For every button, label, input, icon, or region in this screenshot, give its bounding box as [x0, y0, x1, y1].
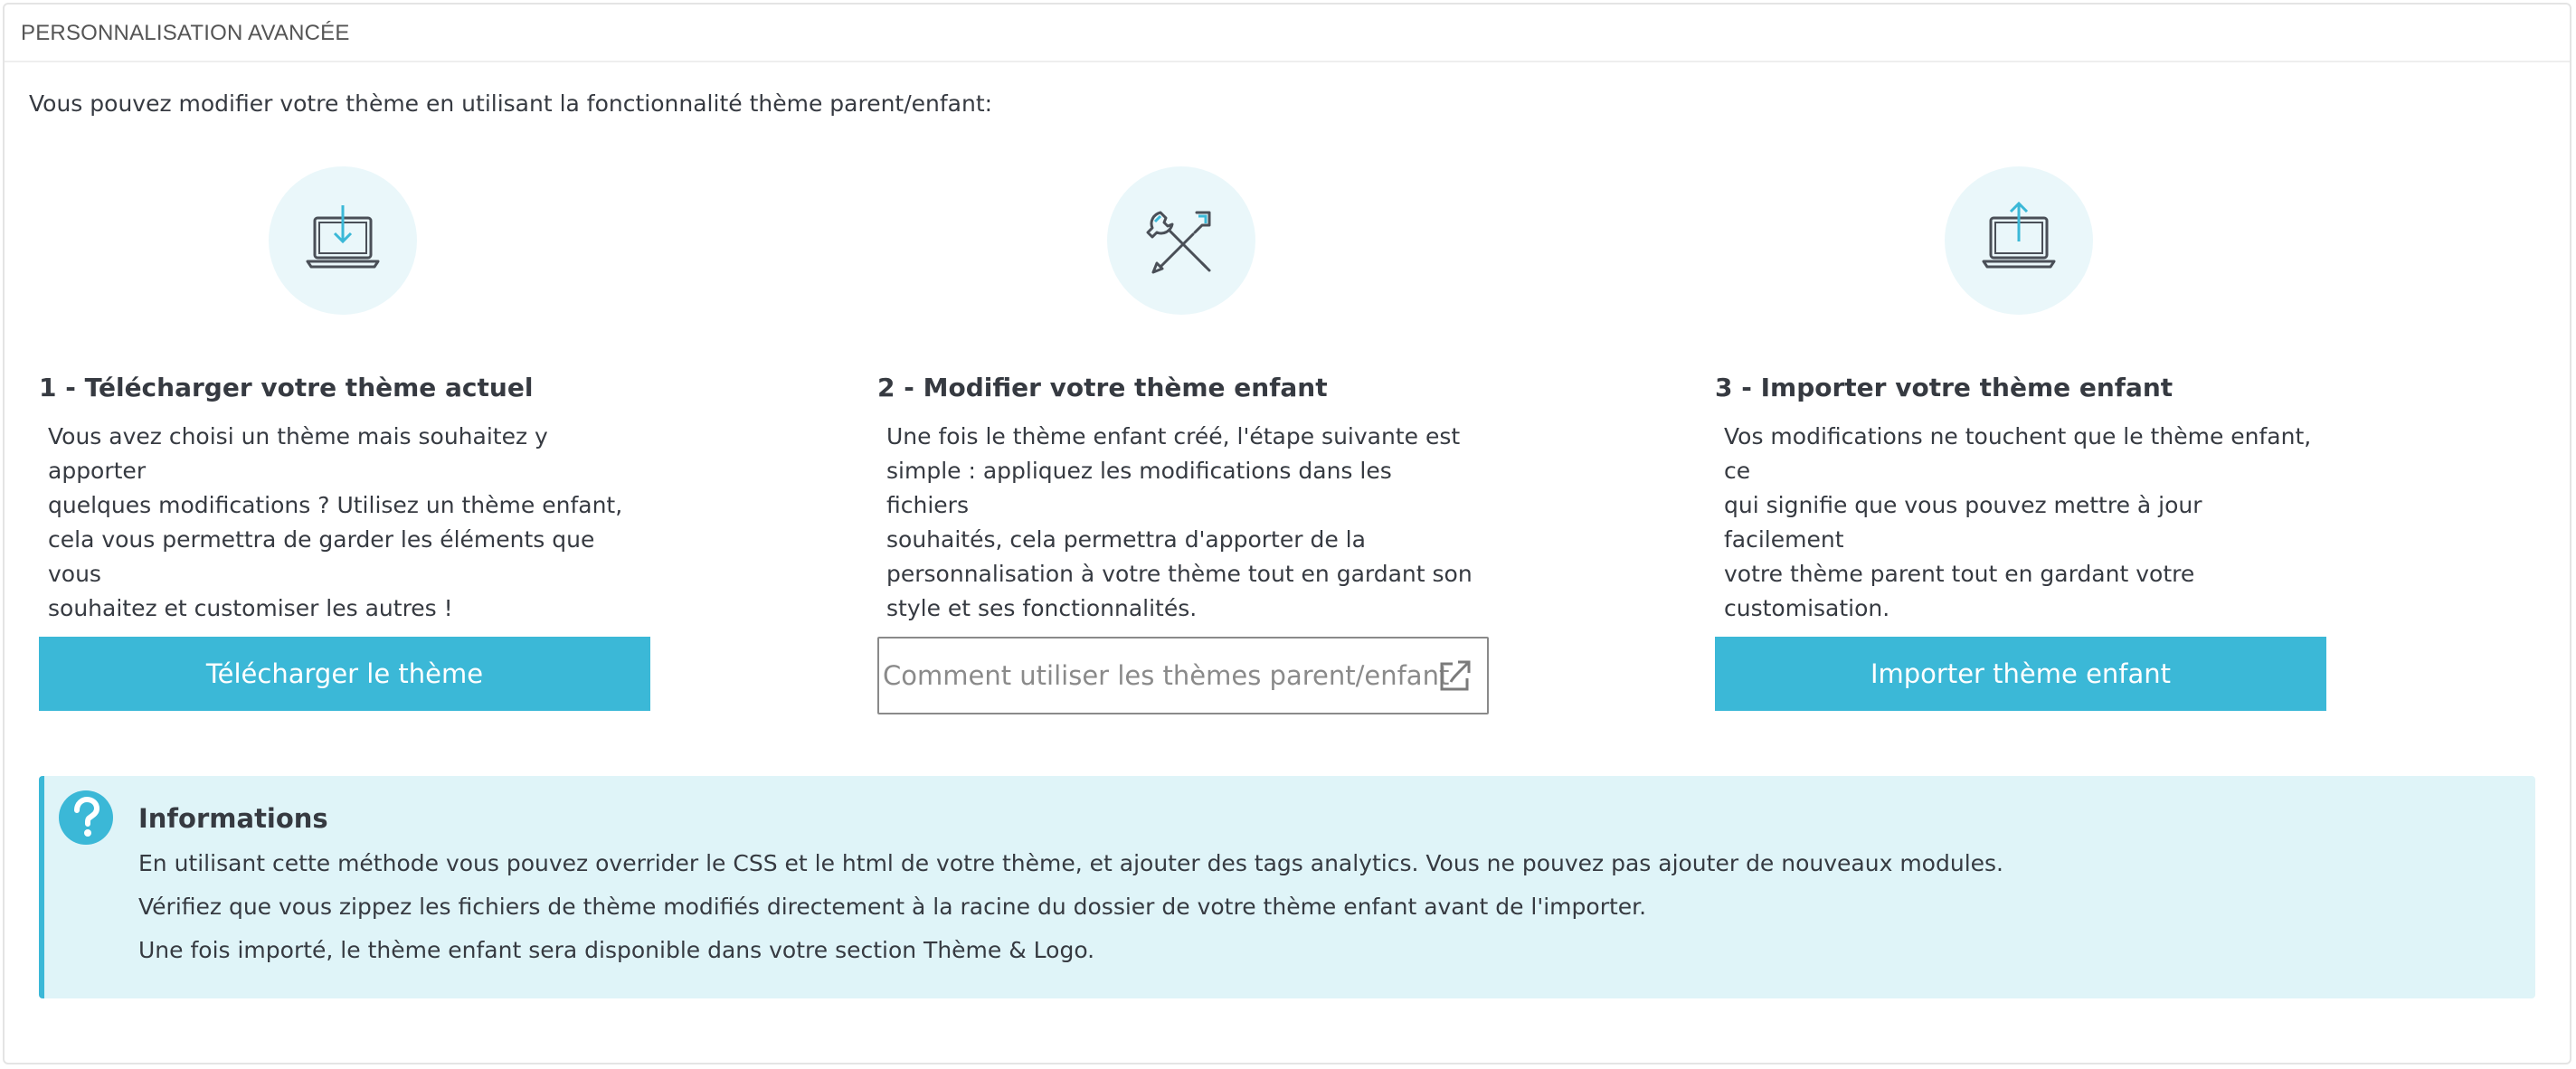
- step-description-line: quelques modifications ? Utilisez un thè…: [48, 492, 623, 518]
- step-description-line: souhaités, cela permettra d'apporter de …: [886, 526, 1366, 553]
- import-child-theme-button[interactable]: Importer thème enfant: [1715, 637, 2326, 711]
- step-title: 3 - Importer votre thème enfant: [1715, 373, 2174, 402]
- step-icon-circle: [1945, 166, 2093, 315]
- laptop-upload-icon: [1982, 201, 2056, 269]
- info-line: Une fois importé, le thème enfant sera d…: [138, 937, 1095, 963]
- help-link-label: Comment utiliser les thèmes parent/enfan…: [883, 660, 1450, 691]
- step-description-line: Vos modifications ne touchent que le thè…: [1724, 423, 2312, 484]
- step-title: 1 - Télécharger votre thème actuel: [39, 373, 534, 402]
- step-description-line: qui signifie que vous pouvez mettre à jo…: [1724, 492, 2202, 553]
- download-theme-button[interactable]: Télécharger le thème: [39, 637, 650, 711]
- step-icon-circle: [269, 166, 417, 315]
- tools-icon: [1146, 211, 1211, 274]
- step-description: Une fois le thème enfant créé, l'étape s…: [886, 420, 1474, 626]
- step-description-line: personnalisation à votre thème tout en g…: [886, 561, 1473, 587]
- info-line: En utilisant cette méthode vous pouvez o…: [138, 850, 2003, 876]
- panel-header: PERSONNALISATION AVANCÉE: [5, 5, 2570, 62]
- parent-child-help-link-button[interactable]: Comment utiliser les thèmes parent/enfan…: [877, 637, 1489, 714]
- laptop-download-icon: [306, 205, 380, 269]
- information-alert: Informations En utilisant cette méthode …: [39, 776, 2535, 998]
- step-description-line: customisation.: [1724, 595, 1890, 621]
- step-description: Vos modifications ne touchent que le thè…: [1724, 420, 2312, 626]
- step-description-line: Vous avez choisi un thème mais souhaitez…: [48, 423, 548, 484]
- intro-text: Vous pouvez modifier votre thème en util…: [29, 90, 993, 117]
- step-title: 2 - Modifier votre thème enfant: [877, 373, 1328, 402]
- question-circle-icon: [59, 790, 113, 845]
- step-description: Vous avez choisi un thème mais souhaitez…: [48, 420, 636, 626]
- step-description-line: votre thème parent tout en gardant votre: [1724, 561, 2195, 587]
- step-icon-circle: [1107, 166, 1255, 315]
- step-description-line: simple : appliquez les modifications dan…: [886, 458, 1392, 518]
- step-description-line: souhaitez et customiser les autres !: [48, 595, 453, 621]
- info-line: Vérifiez que vous zippez les fichiers de…: [138, 894, 1647, 920]
- external-link-icon: [1440, 660, 1471, 691]
- step-description-line: Une fois le thème enfant créé, l'étape s…: [886, 423, 1461, 449]
- step-description-line: cela vous permettra de garder les élémen…: [48, 526, 595, 587]
- step-description-line: style et ses fonctionnalités.: [886, 595, 1198, 621]
- panel-title: PERSONNALISATION AVANCÉE: [21, 21, 350, 45]
- info-title: Informations: [138, 803, 328, 834]
